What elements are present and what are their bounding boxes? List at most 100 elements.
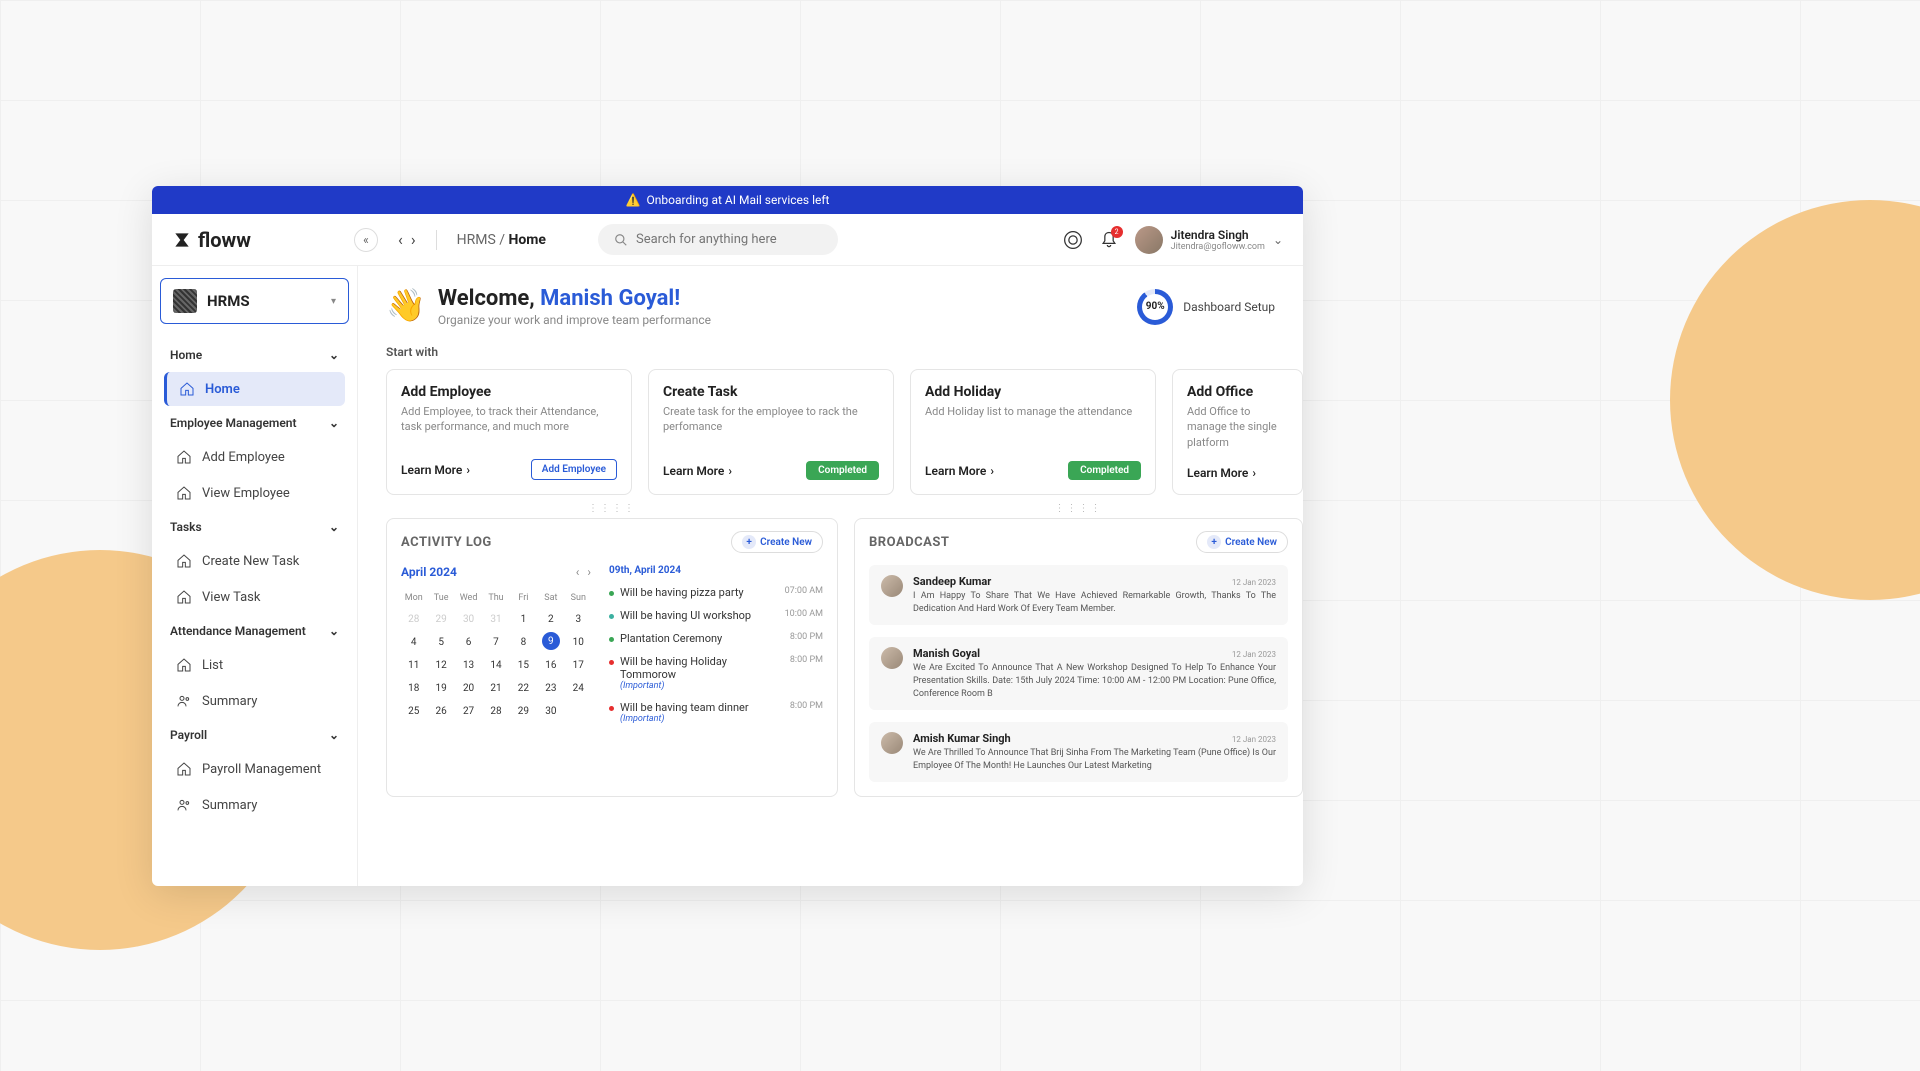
notifications-button[interactable]: 2 [1099,230,1119,250]
drag-handle-icon[interactable]: ⋮⋮⋮⋮ [854,503,1303,514]
nav-forward-button[interactable]: › [411,230,416,249]
card-description: Add Office to manage the single platform [1187,404,1288,450]
calendar-day[interactable]: 6 [456,632,481,653]
calendar-day[interactable]: 15 [511,655,536,676]
activity-create-new-button[interactable]: + Create New [731,531,823,553]
calendar-day[interactable]: 26 [428,701,453,722]
calendar-day[interactable]: 9 [542,632,560,650]
help-button[interactable] [1063,230,1083,250]
nav-item-home[interactable]: Home [164,372,345,406]
breadcrumb-parent[interactable]: HRMS [457,232,496,248]
card-title: Add Holiday [925,384,1141,400]
nav-item-label: View Task [202,590,260,605]
nav-group-home[interactable]: Home⌄ [160,340,349,370]
card-title: Create Task [663,384,879,400]
calendar-dow: Sat [538,589,563,607]
calendar-day[interactable]: 30 [538,701,563,722]
broadcast-item[interactable]: Sandeep Kumar12 Jan 2023I Am Happy To Sh… [869,565,1288,625]
nav-item-summary[interactable]: Summary [164,684,345,718]
calendar-day[interactable]: 14 [483,655,508,676]
nav-item-payroll-management[interactable]: Payroll Management [164,752,345,786]
app-window: ⚠️ Onboarding at AI Mail services left f… [152,186,1303,886]
search-input[interactable] [636,232,822,247]
learn-more-link[interactable]: Learn More › [663,464,732,478]
nav-item-view-employee[interactable]: View Employee [164,476,345,510]
learn-more-link[interactable]: Learn More › [925,464,994,478]
calendar-next-button[interactable]: › [587,565,591,579]
module-selector[interactable]: HRMS ▾ [160,278,349,324]
alert-text: Onboarding at AI Mail services left [647,193,830,207]
learn-more-link[interactable]: Learn More › [1187,466,1256,480]
calendar-day-other[interactable]: 30 [456,609,481,630]
broadcast-create-new-button[interactable]: + Create New [1196,531,1288,553]
broadcast-title: BROADCAST [869,535,949,550]
activity-item[interactable]: Will be having Holiday Tommorow(Importan… [609,655,823,691]
activity-item[interactable]: Will be having team dinner(Important)8:0… [609,701,823,724]
calendar-day[interactable]: 16 [538,655,563,676]
nav-item-create-new-task[interactable]: Create New Task [164,544,345,578]
calendar-day[interactable]: 5 [428,632,453,653]
start-card-add-employee: Add EmployeeAdd Employee, to track their… [386,369,632,495]
nav-item-add-employee[interactable]: Add Employee [164,440,345,474]
drag-handle-icon[interactable]: ⋮⋮⋮⋮ [386,503,838,514]
calendar-day[interactable]: 24 [566,678,591,699]
chevron-down-icon: ⌄ [329,416,339,430]
calendar-day[interactable]: 17 [566,655,591,676]
activity-dot-icon [609,637,614,642]
dashboard-setup-progress[interactable]: 90% Dashboard Setup [1137,289,1275,325]
calendar-day-other[interactable]: 31 [483,609,508,630]
calendar-day[interactable]: 3 [566,609,591,630]
activity-item[interactable]: Will be having pizza party07:00 AM [609,586,823,599]
module-icon [173,289,197,313]
chevron-down-icon: ⌄ [329,520,339,534]
calendar-day[interactable]: 2 [538,609,563,630]
caret-down-icon: ▾ [331,296,336,307]
calendar-day[interactable]: 28 [483,701,508,722]
calendar-day-other[interactable]: 29 [428,609,453,630]
calendar-day[interactable]: 1 [511,609,536,630]
add-employee-button[interactable]: Add Employee [531,459,617,480]
activity-item[interactable]: Will be having UI workshop10:00 AM [609,609,823,622]
calendar-day[interactable]: 13 [456,655,481,676]
calendar-day[interactable]: 22 [511,678,536,699]
nav-item-list[interactable]: List [164,648,345,682]
sidebar-collapse-button[interactable]: « [354,228,378,252]
search-box[interactable] [598,224,838,255]
calendar-day[interactable]: 8 [511,632,536,653]
calendar-prev-button[interactable]: ‹ [576,565,580,579]
nav-back-button[interactable]: ‹ [398,230,403,249]
calendar-day[interactable]: 21 [483,678,508,699]
nav-item-view-task[interactable]: View Task [164,580,345,614]
calendar-day-other[interactable]: 28 [401,609,426,630]
activity-log-panel: ACTIVITY LOG + Create New April 2024 ‹ [386,518,838,797]
nav-item-label: Create New Task [202,554,299,569]
calendar-day[interactable]: 29 [511,701,536,722]
nav-item-summary[interactable]: Summary [164,788,345,822]
user-menu[interactable]: Jitendra Singh Jitendra@gofloww.com ⌄ [1135,226,1283,254]
broadcast-author: Manish Goyal [913,647,980,660]
calendar-day[interactable]: 23 [538,678,563,699]
nav-group-tasks[interactable]: Tasks⌄ [160,512,349,542]
brand-logo[interactable]: floww [172,228,342,252]
nav-item-label: Summary [202,798,257,813]
broadcast-item[interactable]: Manish Goyal12 Jan 2023We Are Excited To… [869,637,1288,710]
calendar-day[interactable]: 19 [428,678,453,699]
calendar-day[interactable]: 18 [401,678,426,699]
calendar-day[interactable]: 11 [401,655,426,676]
calendar-day[interactable]: 10 [566,632,591,653]
calendar-day[interactable]: 12 [428,655,453,676]
calendar-day[interactable]: 20 [456,678,481,699]
calendar-day[interactable]: 4 [401,632,426,653]
learn-more-link[interactable]: Learn More › [401,463,470,477]
activity-item[interactable]: Plantation Ceremony8:00 PM [609,632,823,645]
nav-group-payroll[interactable]: Payroll⌄ [160,720,349,750]
calendar-day[interactable]: 7 [483,632,508,653]
broadcast-item[interactable]: Amish Kumar Singh12 Jan 2023We Are Thril… [869,722,1288,782]
divider [436,230,437,250]
calendar-day[interactable]: 27 [456,701,481,722]
broadcast-date: 12 Jan 2023 [1232,578,1276,587]
nav-group-employee-management[interactable]: Employee Management⌄ [160,408,349,438]
calendar-day[interactable]: 25 [401,701,426,722]
card-description: Create task for the employee to rack the… [663,404,879,445]
nav-group-attendance-management[interactable]: Attendance Management⌄ [160,616,349,646]
